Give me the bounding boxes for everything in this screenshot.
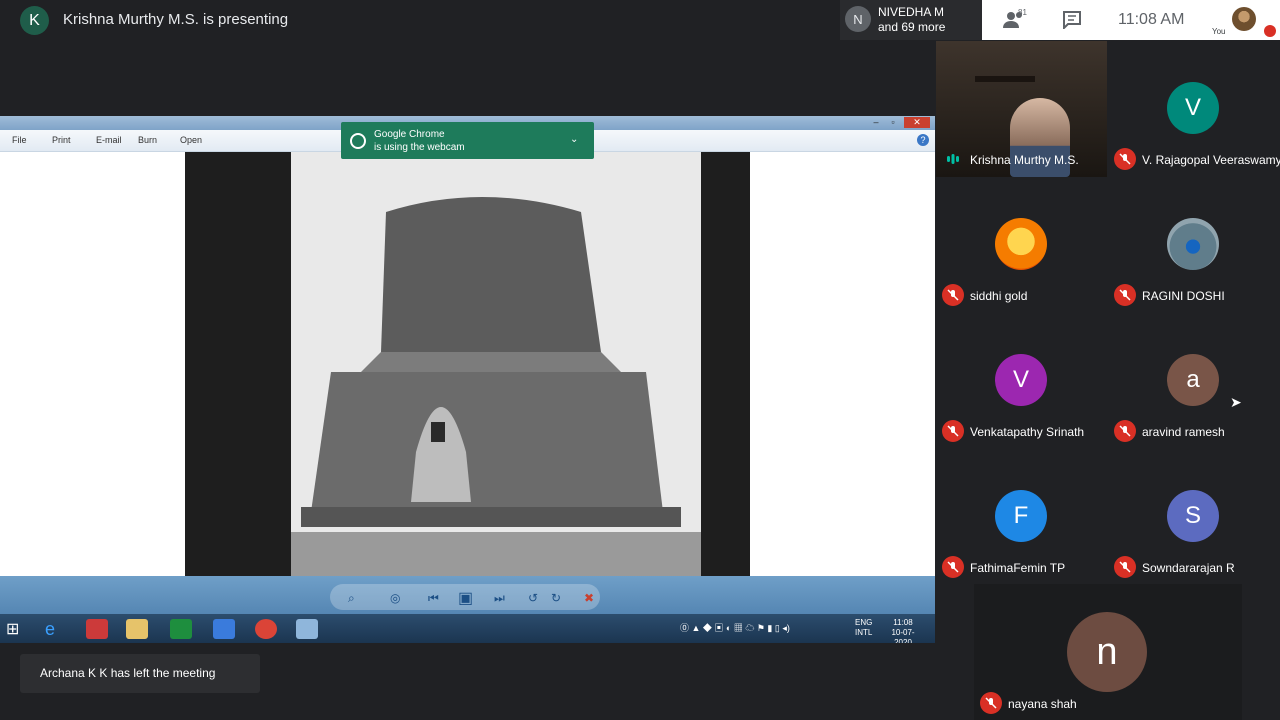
slideshow-icon[interactable]: ▣ (458, 588, 473, 608)
participant-name: aravind ramesh (1142, 425, 1225, 439)
tray-time: 11:08 (893, 618, 913, 627)
chrome-notice-text: is using the webcam (374, 142, 465, 153)
participant-summary-name: NIVEDHA M (878, 5, 945, 19)
ceiling-fan-shape (975, 76, 1035, 82)
zoom-icon[interactable]: ⌕ (348, 591, 355, 606)
participant-name: RAGINI DOSHI (1142, 289, 1225, 303)
media-app-icon[interactable] (86, 619, 108, 639)
mic-off-icon (942, 420, 964, 442)
fit-icon[interactable]: ◎ (390, 591, 400, 605)
tray-language-code: ENG (855, 618, 873, 627)
chevron-down-icon[interactable]: ⌄ (570, 134, 578, 145)
presenting-banner: Krishna Murthy M.S. is presenting (63, 11, 289, 28)
participant-avatar: a (1167, 354, 1219, 406)
mic-off-icon (1114, 420, 1136, 442)
rotate-left-icon[interactable]: ↺ (528, 591, 538, 605)
photo-viewer-icon[interactable] (296, 619, 318, 639)
system-tray: ⓪ ▲ ◆ ▣ ◐ ▦ ☁ ⚑ ▮ ▯ ◂) (680, 623, 790, 633)
participant-name: nayana shah (1008, 697, 1077, 711)
participant-avatar (995, 218, 1047, 270)
minimize-icon[interactable]: – (868, 117, 884, 128)
participant-avatar: S (1167, 490, 1219, 542)
participant-name: Krishna Murthy M.S. (970, 153, 1079, 167)
participant-name: Sowndararajan R (1142, 561, 1235, 575)
photo-frame (185, 152, 750, 576)
presenter-avatar: K (20, 6, 49, 35)
participant-name: FathimaFemin TP (970, 561, 1066, 575)
spreadsheet-icon[interactable] (170, 619, 192, 639)
windows-start-icon[interactable]: ⊞ (6, 619, 28, 639)
participant-summary-more: and 69 more (878, 20, 946, 34)
file-explorer-icon[interactable] (126, 619, 148, 639)
participant-name: siddhi gold (970, 289, 1028, 303)
webcam-icon (350, 133, 366, 149)
menu-email[interactable]: E-mail (96, 135, 122, 145)
next-icon[interactable]: ⏭ (494, 591, 505, 606)
menu-open[interactable]: Open (180, 135, 202, 145)
participant-avatar: V (995, 354, 1047, 406)
mic-off-icon (1114, 284, 1136, 306)
mic-off-icon (1114, 556, 1136, 578)
self-label: You (1212, 27, 1226, 36)
toast-message: Archana K K has left the meeting (40, 666, 216, 680)
help-icon[interactable]: ? (917, 134, 929, 146)
stupa-illustration (291, 152, 701, 576)
mic-off-icon (1114, 148, 1136, 170)
meeting-clock: 11:08 AM (1118, 11, 1185, 28)
chrome-icon[interactable] (255, 619, 277, 639)
mouse-cursor-icon: ➤ (1230, 394, 1242, 410)
mic-off-icon (942, 556, 964, 578)
stupa-photo (291, 152, 701, 576)
close-icon[interactable]: ✕ (904, 117, 930, 128)
chat-icon[interactable] (1063, 11, 1081, 29)
self-avatar[interactable] (1232, 7, 1256, 31)
previous-icon[interactable]: ⏮ (428, 591, 439, 606)
mic-off-icon (980, 692, 1002, 714)
maximize-icon[interactable]: ▫ (885, 117, 901, 128)
participant-summary-avatar: N (845, 6, 871, 32)
rotate-right-icon[interactable]: ↻ (551, 591, 561, 605)
internet-explorer-icon[interactable]: e (45, 619, 67, 639)
menu-print[interactable]: Print (52, 135, 71, 145)
presentation-screen: – ▫ ✕ File Print E-mail Burn Open ? ⌕ ◎ … (0, 116, 935, 643)
participant-avatar: F (995, 490, 1047, 542)
participant-name: V. Rajagopal Veeraswamy (1142, 153, 1280, 167)
participant-avatar (1167, 218, 1219, 270)
tray-clock[interactable]: 11:08 10-07-2020 (883, 618, 923, 643)
menu-burn[interactable]: Burn (138, 135, 157, 145)
menu-file[interactable]: File (12, 135, 27, 145)
chrome-webcam-notice[interactable] (341, 122, 594, 159)
participant-summary-text: NIVEDHA M and 69 more (878, 5, 945, 35)
self-mic-off-icon[interactable] (1264, 25, 1276, 37)
speaking-indicator-icon (947, 154, 959, 164)
mic-off-icon (942, 284, 964, 306)
tray-date: 10-07-2020 (891, 628, 915, 643)
tray-language-layout: INTL (855, 628, 873, 637)
participant-avatar: V (1167, 82, 1219, 134)
participant-name: Venkatapathy Srinath (970, 425, 1085, 439)
delete-icon[interactable]: ✖ (584, 591, 594, 605)
tray-language[interactable]: ENG INTL (855, 618, 872, 638)
dropbox-icon[interactable] (213, 619, 235, 639)
people-count: 81 (1018, 8, 1027, 17)
chrome-notice-title: Google Chrome (374, 129, 445, 140)
participant-avatar: n (1067, 612, 1147, 692)
